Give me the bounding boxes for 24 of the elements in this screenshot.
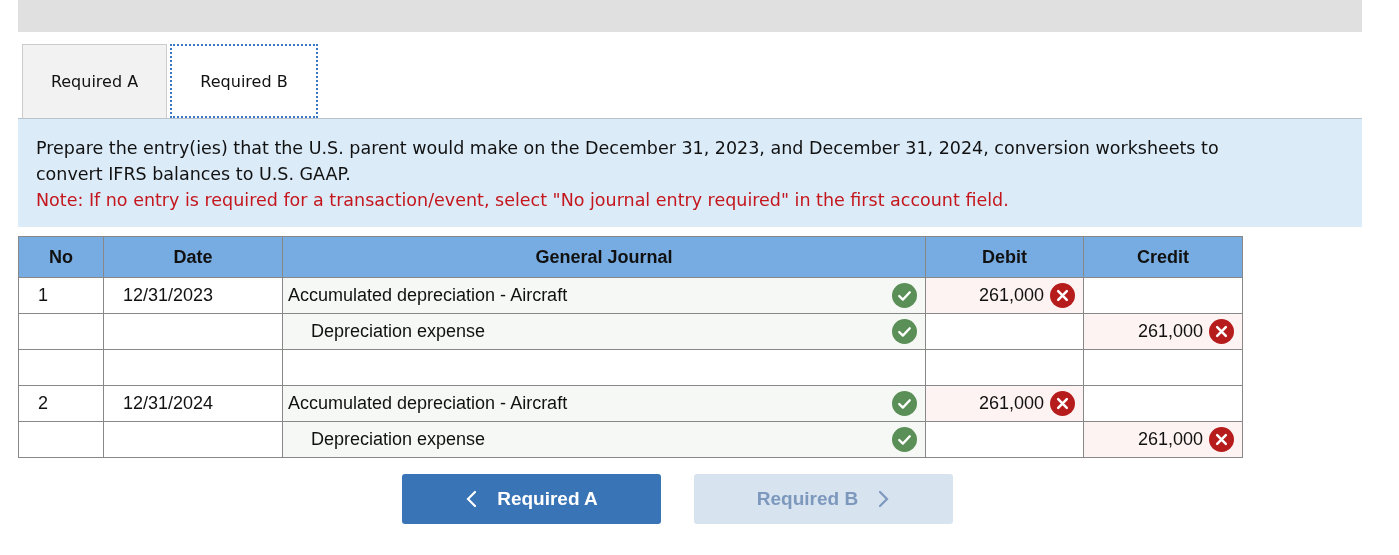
column-header: Debit — [925, 236, 1084, 278]
entry-date: 12/31/2024 — [122, 393, 214, 414]
note-text: Note: If no entry is required for a transaction/event, select "No journal entry required" in the first account field. — [36, 189, 1010, 212]
previous-button[interactable]: Required A — [402, 474, 661, 524]
instruction-text: Prepare the entry(ies) that the U.S. parent would make on the December 31, 2023, and December 31, 2024, conversion worksheets to convert IFRS balances to U.S. GAAP. — [36, 137, 1220, 186]
amount-text: 261,000 — [1137, 321, 1203, 342]
entry-number: 2 — [37, 393, 48, 414]
amount-text: 261,000 — [1137, 429, 1203, 450]
account-text: Depreciation expense — [311, 429, 486, 450]
column-header: No — [18, 236, 104, 278]
entry-number: 1 — [37, 285, 48, 306]
account-text: Depreciation expense — [311, 321, 486, 342]
column-header: General Journal — [282, 236, 926, 278]
entry-date: 12/31/2023 — [122, 285, 214, 306]
chevron-right-icon — [878, 490, 891, 508]
account-text: Accumulated depreciation - Aircraft — [288, 393, 568, 414]
column-header: Date — [103, 236, 283, 278]
column-header: Credit — [1083, 236, 1243, 278]
tab[interactable]: Required A — [22, 44, 167, 118]
tab[interactable]: Required B — [170, 44, 318, 118]
amount-text: 261,000 — [978, 393, 1044, 414]
account-text: Accumulated depreciation - Aircraft — [288, 285, 568, 306]
chevron-left-icon — [465, 490, 478, 508]
amount-text: 261,000 — [978, 285, 1044, 306]
